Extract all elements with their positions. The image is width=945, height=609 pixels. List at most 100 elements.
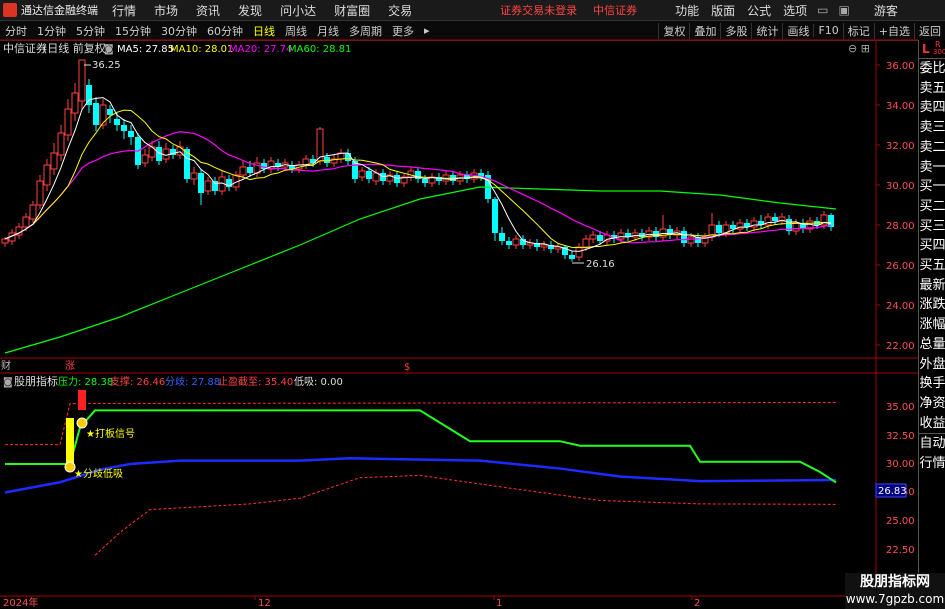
- candle-body: [93, 103, 99, 125]
- candle-body: [828, 215, 834, 227]
- candle-body: [716, 225, 722, 233]
- marker-zhang[interactable]: 涨: [65, 360, 75, 372]
- quote-field-18: 收益: [919, 415, 945, 431]
- quote-field-3: 卖三: [919, 120, 945, 136]
- candle-body: [499, 233, 505, 241]
- candle-body: [71, 92, 79, 114]
- candle-body: [128, 131, 134, 137]
- low-absorb-label: 低吸: 0.00: [294, 375, 343, 388]
- candle-body: [99, 104, 107, 126]
- candle-body: [792, 222, 800, 232]
- stop-profit-label: 止盈截至: 35.40: [218, 375, 293, 388]
- quote-field-15: 外盘: [919, 356, 945, 372]
- x-label-1: 1: [496, 598, 502, 609]
- settings-icon[interactable]: ◙: [104, 44, 114, 55]
- watermark-url: www.7gpzb.com: [845, 592, 945, 606]
- ind-y-tick: 35.00: [886, 402, 915, 413]
- y-tick: 34.00: [886, 101, 915, 112]
- divider-label: 分歧: 27.88: [165, 375, 220, 388]
- main-y-axis: 36.00 34.00 32.00 30.00 28.00 26.00 24.0…: [876, 61, 915, 352]
- quote-field-20[interactable]: 行情: [919, 454, 945, 474]
- quote-field-19[interactable]: 自动: [919, 433, 945, 454]
- marker-cai[interactable]: 财: [1, 359, 11, 372]
- quote-field-9: 买四: [919, 238, 945, 254]
- ma60-label: MA60: 28.81: [288, 44, 351, 55]
- quote-field-10: 买五: [919, 258, 945, 274]
- y-tick: 26.00: [886, 261, 915, 272]
- candle-body: [64, 108, 72, 136]
- quote-field-17: 净资: [919, 395, 945, 411]
- ma20-label: MA20: 27.74: [229, 44, 292, 55]
- candle-body: [204, 180, 212, 192]
- candle-body: [617, 232, 625, 240]
- candle-body: [36, 180, 44, 206]
- candle-body: [597, 235, 603, 241]
- quote-field-14: 总量: [919, 336, 945, 352]
- x-label-2024: 2024年: [3, 596, 38, 609]
- x-label-12: 12: [258, 598, 271, 609]
- quote-field-11: 最新: [919, 277, 945, 293]
- watermark-title: 股朋指标网: [860, 574, 930, 590]
- pressure-line: [5, 409, 837, 484]
- support-label: 支撑: 26.46: [110, 375, 165, 388]
- candle-body: [687, 236, 695, 244]
- ind-y-tick: 25.00: [886, 516, 915, 527]
- candle-body: [43, 164, 51, 186]
- candle-body: [345, 153, 351, 161]
- low-price-label: 26.16: [586, 259, 615, 270]
- candle-body: [141, 154, 149, 164]
- current-value: 26.83: [878, 486, 907, 497]
- candle-body: [582, 238, 590, 248]
- candle-body: [198, 173, 204, 193]
- board-signal-icon: [76, 417, 88, 429]
- candle-body: [512, 238, 520, 246]
- pressure-label: 压力: 28.38: [58, 375, 113, 388]
- candle-body: [162, 148, 170, 160]
- candle-body: [569, 255, 575, 259]
- level-l-label[interactable]: L: [922, 42, 930, 56]
- candle-body: [730, 225, 736, 229]
- candle-body: [358, 170, 366, 178]
- high-price-label: 36.25: [92, 60, 121, 71]
- ma60-line: [4, 186, 837, 354]
- chart-options-icon[interactable]: ⊖ ⊞: [848, 42, 870, 55]
- candle-body: [78, 59, 86, 102]
- quote-field-8: 买三: [919, 218, 945, 234]
- candle-body: [394, 175, 400, 183]
- candle-body: [540, 244, 548, 248]
- ind-y-tick: 22.50: [886, 545, 915, 556]
- indicator-y-axis: 35.00 32.50 30.00 27.50 25.00 22.50: [886, 402, 915, 556]
- chart-canvas[interactable]: 中信证券 (日线 前复权) ◙ MA5: 27.85 MA10: 28.01 M…: [0, 0, 918, 609]
- candle-body: [86, 85, 92, 105]
- y-tick: 22.00: [886, 341, 915, 352]
- y-tick: 32.00: [886, 141, 915, 152]
- candle-body: [121, 125, 127, 131]
- y-tick: 30.00: [886, 181, 915, 192]
- marker-dollar[interactable]: $: [404, 362, 410, 373]
- candle-body: [29, 204, 37, 220]
- support-line: [94, 474, 837, 556]
- y-tick: 36.00: [886, 61, 915, 72]
- candle-body: [506, 241, 512, 245]
- indicator-settings-icon[interactable]: ◙: [3, 377, 13, 388]
- candle-body: [57, 132, 65, 156]
- quote-field-6: 买一: [919, 179, 945, 195]
- back-button[interactable]: 返回: [914, 22, 945, 39]
- quote-side-panel: L R 300 委比 卖五 卖四 卖三 卖二 卖一 买一 买二 买三 买四 买五 最新 涨跌 涨幅 总量 外盘…: [918, 40, 945, 609]
- ma20-line: [4, 131, 832, 244]
- candlestick-series: [1, 59, 834, 262]
- level-300-label: 300: [933, 48, 945, 56]
- candle-body: [1, 238, 9, 244]
- low-signal-label: ★分歧低吸: [74, 467, 123, 480]
- candle-body: [366, 171, 372, 179]
- candle-body: [107, 109, 113, 115]
- candle-body: [114, 119, 120, 125]
- y-tick: 24.00: [886, 301, 915, 312]
- candle-body: [422, 179, 428, 183]
- panel-header: L R 300: [919, 40, 945, 59]
- y-tick: 28.00: [886, 221, 915, 232]
- board-signal-bar: [78, 390, 86, 410]
- ind-y-tick: 30.00: [886, 459, 915, 470]
- chart-mode: (日线 前复权): [43, 41, 110, 55]
- candle-body: [589, 234, 597, 240]
